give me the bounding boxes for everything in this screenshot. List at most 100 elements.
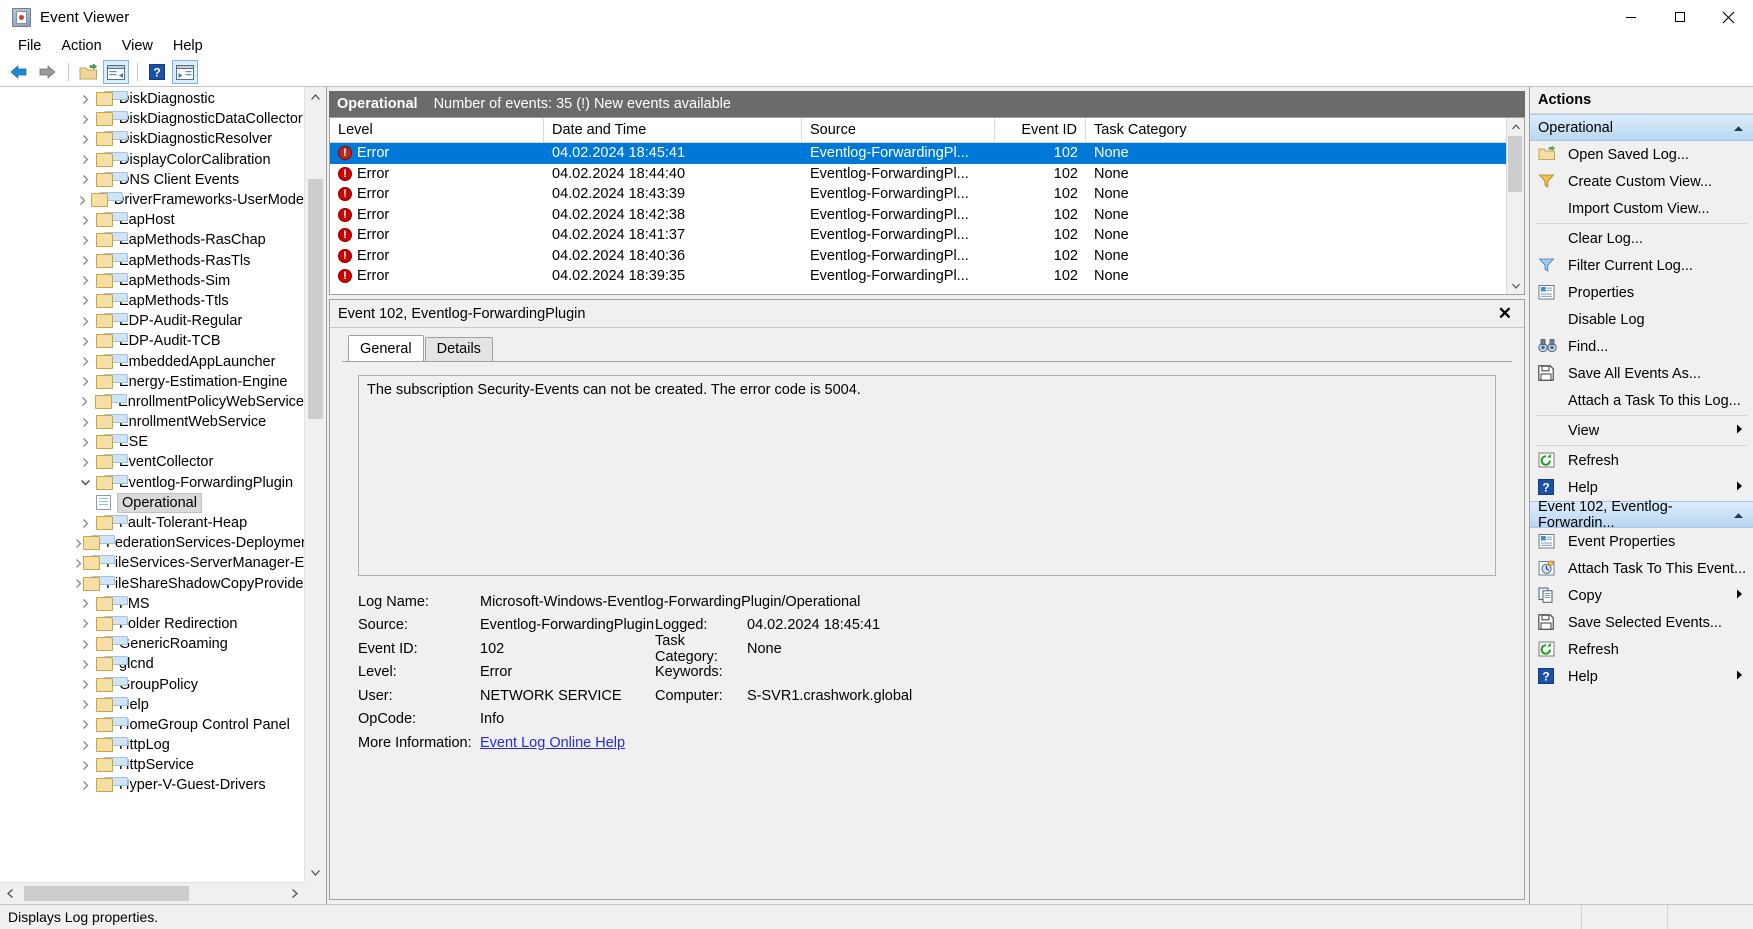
tree-item[interactable]: EnrollmentWebService [0, 412, 304, 432]
chevron-right-icon[interactable] [74, 154, 96, 165]
chevron-right-icon[interactable] [74, 174, 96, 185]
chevron-right-icon[interactable] [74, 396, 95, 407]
chevron-up-icon[interactable] [1733, 120, 1744, 136]
tree-item[interactable]: HttpService [0, 755, 304, 775]
column-header[interactable]: Date and Time [544, 118, 802, 142]
tree-item[interactable]: EapMethods-RasChap [0, 230, 304, 250]
action-item[interactable]: ?Help [1530, 474, 1753, 501]
chevron-right-icon[interactable] [74, 578, 83, 589]
chevron-right-icon[interactable] [74, 437, 96, 448]
show-hide-console-tree-button[interactable] [75, 60, 101, 84]
tree-item[interactable]: FMS [0, 594, 304, 614]
tree-scroll-left-arrow[interactable] [0, 883, 21, 904]
chevron-right-icon[interactable] [74, 679, 96, 690]
table-row[interactable]: Error04.02.2024 18:40:36Eventlog-Forward… [330, 246, 1524, 267]
menu-file[interactable]: File [8, 36, 51, 56]
tree-item[interactable]: GenericRoaming [0, 634, 304, 654]
action-item[interactable]: Copy [1530, 582, 1753, 609]
tree-item[interactable]: GroupPolicy [0, 674, 304, 694]
chevron-right-icon[interactable] [74, 699, 96, 710]
chevron-right-icon[interactable] [74, 780, 96, 791]
tree-item[interactable]: EnrollmentPolicyWebService [0, 392, 304, 412]
chevron-right-icon[interactable] [74, 275, 96, 286]
menu-action[interactable]: Action [51, 36, 111, 56]
tree-item[interactable]: DiskDiagnosticResolver [0, 129, 304, 149]
action-item[interactable]: Properties [1530, 279, 1753, 306]
table-row[interactable]: Error04.02.2024 18:41:37Eventlog-Forward… [330, 225, 1524, 246]
tree-item[interactable]: Hyper-V-Guest-Drivers [0, 775, 304, 795]
menu-view[interactable]: View [112, 36, 163, 56]
column-header[interactable]: Task Category [1086, 118, 1524, 142]
chevron-right-icon[interactable] [74, 215, 96, 226]
action-item[interactable]: Disable Log [1530, 306, 1753, 333]
chevron-right-icon[interactable] [74, 114, 96, 125]
tree-item[interactable]: DiskDiagnosticDataCollector [0, 109, 304, 129]
close-icon[interactable]: ✕ [1494, 305, 1516, 322]
table-row[interactable]: Error04.02.2024 18:39:35Eventlog-Forward… [330, 266, 1524, 287]
action-item[interactable]: Create Custom View... [1530, 168, 1753, 195]
action-item[interactable]: Refresh [1530, 636, 1753, 663]
action-item[interactable]: View [1530, 417, 1753, 444]
tree-item[interactable]: Operational [0, 493, 304, 513]
tree-item[interactable]: Fault-Tolerant-Heap [0, 513, 304, 533]
table-row[interactable]: Error04.02.2024 18:44:40Eventlog-Forward… [330, 164, 1524, 185]
back-button[interactable] [6, 60, 32, 84]
tree-horizontal-scrollbar[interactable] [0, 882, 305, 904]
tree-item[interactable]: EmbeddedAppLauncher [0, 351, 304, 371]
chevron-right-icon[interactable] [74, 94, 96, 105]
chevron-right-icon[interactable] [74, 618, 96, 629]
action-item[interactable]: Attach a Task To this Log... [1530, 387, 1753, 414]
chevron-right-icon[interactable] [74, 316, 96, 327]
event-list-scrollbar[interactable] [1506, 118, 1524, 294]
action-item[interactable]: Event Properties [1530, 528, 1753, 555]
chevron-right-icon[interactable] [74, 295, 96, 306]
chevron-right-icon[interactable] [74, 598, 96, 609]
action-item[interactable]: Clear Log... [1530, 225, 1753, 252]
tree-item[interactable]: Eventlog-ForwardingPlugin [0, 473, 304, 493]
action-item[interactable]: Attach Task To This Event... [1530, 555, 1753, 582]
tree-vertical-scrollbar[interactable] [304, 87, 326, 883]
tree-item[interactable]: Help [0, 695, 304, 715]
event-list-scroll-up-arrow[interactable] [1507, 118, 1524, 135]
tab-general[interactable]: General [348, 335, 424, 361]
chevron-right-icon[interactable] [74, 376, 96, 387]
tree-item[interactable]: EapMethods-RasTls [0, 251, 304, 271]
chevron-right-icon[interactable] [74, 740, 96, 751]
tree-item[interactable]: EDP-Audit-TCB [0, 331, 304, 351]
tree-item[interactable]: Energy-Estimation-Engine [0, 372, 304, 392]
table-row[interactable]: Error04.02.2024 18:43:39Eventlog-Forward… [330, 184, 1524, 205]
action-item[interactable]: Save All Events As... [1530, 360, 1753, 387]
chevron-right-icon[interactable] [74, 538, 83, 549]
chevron-right-icon[interactable] [74, 336, 96, 347]
chevron-right-icon[interactable] [74, 558, 83, 569]
minimize-button[interactable] [1606, 0, 1655, 34]
tree-item[interactable]: ESE [0, 432, 304, 452]
tree-hscroll-thumb[interactable] [24, 886, 189, 901]
tree-item[interactable]: HomeGroup Control Panel [0, 715, 304, 735]
action-item[interactable]: Refresh [1530, 447, 1753, 474]
menu-help[interactable]: Help [163, 36, 213, 56]
action-item[interactable]: ?Help [1530, 663, 1753, 690]
tree-item[interactable]: Folder Redirection [0, 614, 304, 634]
event-list-scroll-down-arrow[interactable] [1507, 277, 1524, 294]
show-hide-action-pane-button[interactable] [172, 60, 198, 84]
close-button[interactable] [1704, 0, 1753, 34]
tree-scroll-right-arrow[interactable] [284, 883, 305, 904]
action-item[interactable]: Import Custom View... [1530, 195, 1753, 222]
action-item[interactable]: Filter Current Log... [1530, 252, 1753, 279]
actions-group-header[interactable]: Event 102, Eventlog-Forwardin... [1530, 501, 1753, 528]
chevron-right-icon[interactable] [74, 639, 96, 650]
tree-item[interactable]: FileShareShadowCopyProvider [0, 574, 304, 594]
forward-button[interactable] [34, 60, 60, 84]
chevron-right-icon[interactable] [74, 719, 96, 730]
tree-item[interactable]: glcnd [0, 654, 304, 674]
properties-button[interactable] [103, 60, 129, 84]
tree-item[interactable]: EventCollector [0, 452, 304, 472]
tree-item[interactable]: EapMethods-Sim [0, 271, 304, 291]
table-row[interactable]: Error04.02.2024 18:45:41Eventlog-Forward… [330, 143, 1524, 164]
chevron-right-icon[interactable] [74, 195, 91, 206]
tree-item[interactable]: DiskDiagnostic [0, 89, 304, 109]
tree-item[interactable]: EapHost [0, 210, 304, 230]
tree-item[interactable]: EapMethods-Ttls [0, 291, 304, 311]
action-item[interactable]: Open Saved Log... [1530, 141, 1753, 168]
